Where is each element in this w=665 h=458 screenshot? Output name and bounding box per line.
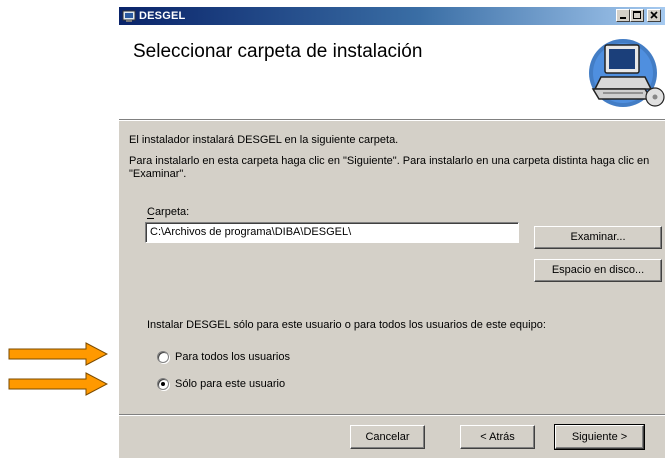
close-icon [650, 11, 658, 19]
back-button[interactable]: < Atrás [460, 425, 535, 449]
radio-this-user[interactable] [157, 378, 169, 390]
next-button[interactable]: Siguiente > [554, 424, 645, 450]
installer-app-icon [122, 10, 136, 22]
folder-label: Carpeta: [147, 206, 189, 218]
computer-install-icon [589, 39, 665, 107]
minimize-icon [620, 17, 626, 19]
header-separator-highlight [119, 120, 665, 121]
option-this-user-label[interactable]: Sólo para este usuario [175, 378, 285, 390]
title-bar[interactable]: DESGEL [119, 7, 665, 25]
radio-selected-dot [161, 382, 165, 386]
intro-text: El instalador instalará DESGEL en la sig… [129, 134, 399, 146]
folder-label-text: Carpeta: [147, 206, 190, 218]
radio-all-users[interactable] [157, 351, 169, 363]
window-title: DESGEL [139, 10, 186, 22]
option-all-users-label[interactable]: Para todos los usuarios [175, 351, 290, 363]
wizard-header: Seleccionar carpeta de instalación [119, 25, 665, 119]
install-scope-label: Instalar DESGEL sólo para este usuario o… [147, 319, 546, 331]
browse-button[interactable]: Examinar... [534, 226, 662, 249]
annotation-arrow-2 [8, 372, 108, 396]
instructions-text: Para instalarlo en esta carpeta haga cli… [129, 155, 650, 180]
annotation-arrow-1 [8, 342, 108, 366]
maximize-icon [633, 11, 641, 19]
cancel-button[interactable]: Cancelar [350, 425, 425, 449]
installer-window: DESGEL Seleccionar carpeta de instalació… [118, 6, 665, 458]
folder-path-input[interactable]: C:\Archivos de programa\DIBA\DESGEL\ [145, 222, 519, 243]
footer-separator-highlight [119, 415, 665, 416]
folder-label-accelerator-underline [147, 218, 154, 219]
page-title: Seleccionar carpeta de instalación [133, 41, 423, 62]
close-button[interactable] [647, 9, 661, 22]
disk-space-button[interactable]: Espacio en disco... [534, 259, 662, 282]
minimize-button[interactable] [616, 9, 630, 22]
maximize-button[interactable] [630, 9, 644, 22]
